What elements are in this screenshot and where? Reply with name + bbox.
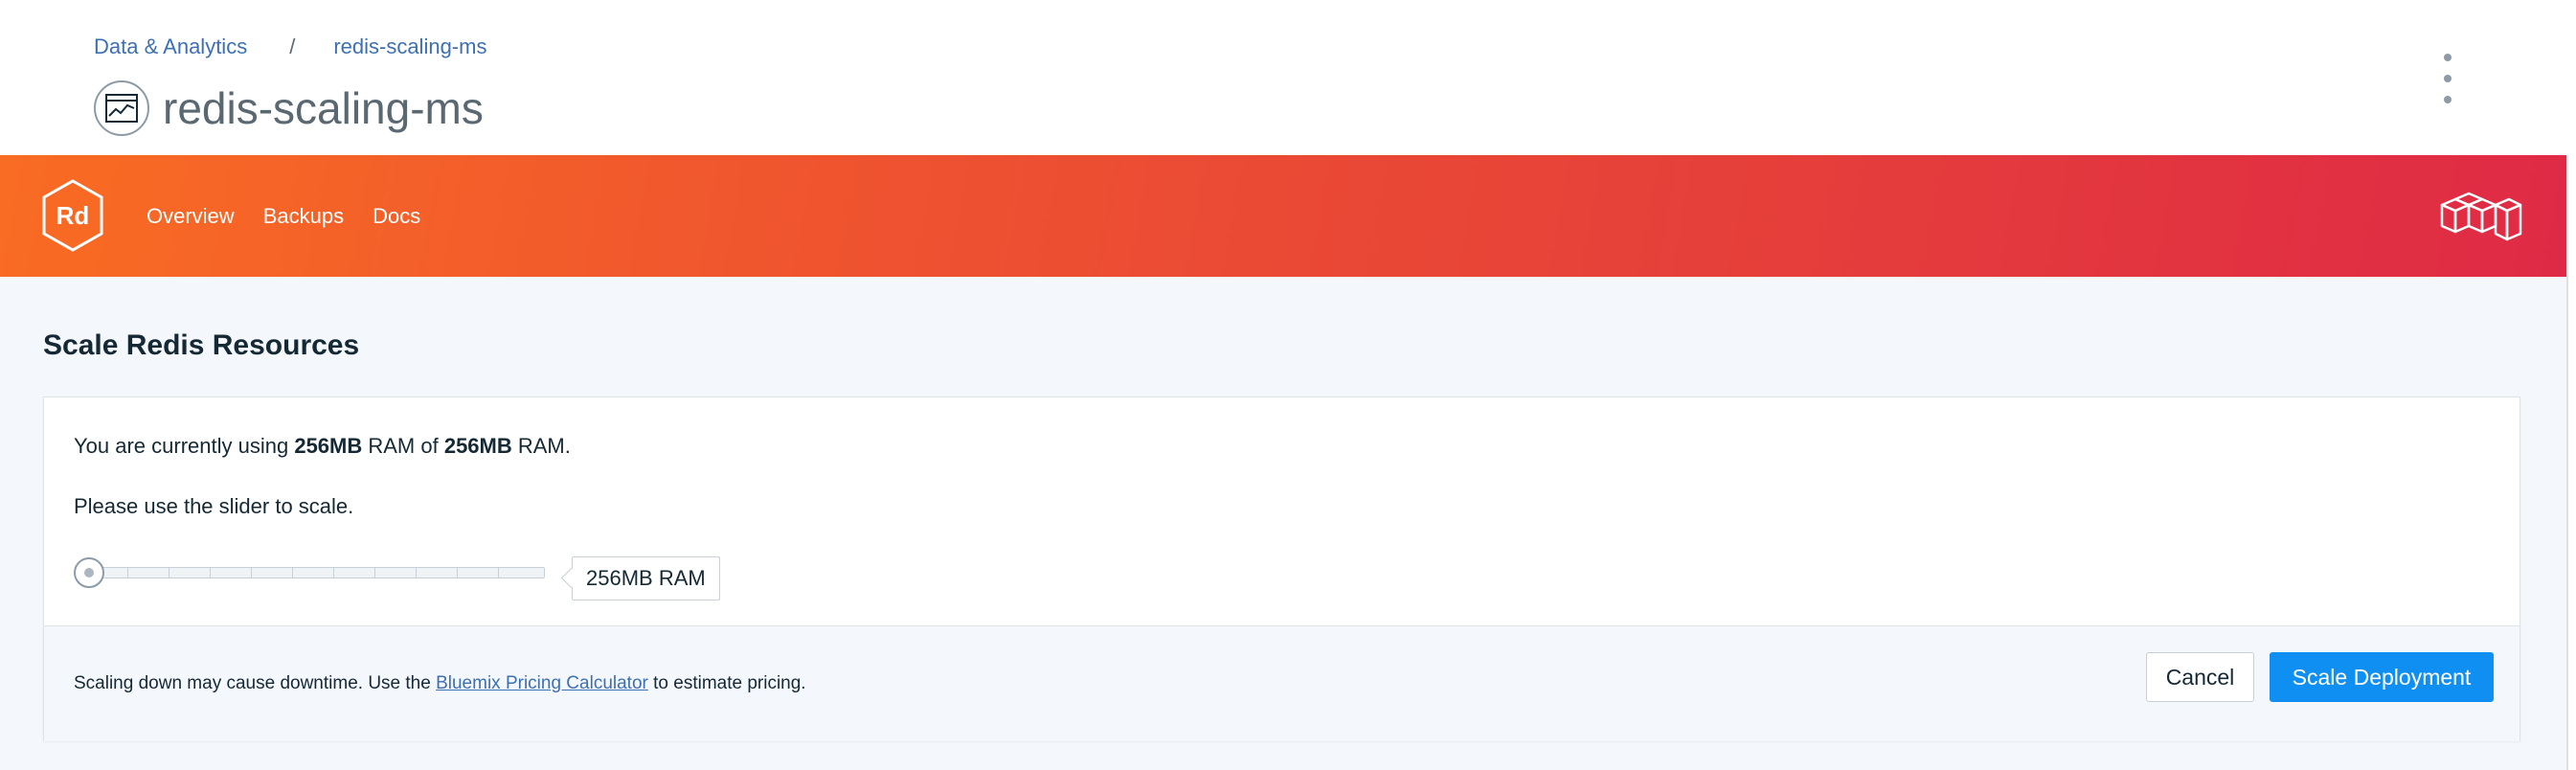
slider-tick xyxy=(498,568,499,578)
right-edge-divider xyxy=(2566,155,2576,770)
cubes-icon xyxy=(2440,192,2522,245)
redis-logo-text: Rd xyxy=(56,200,90,230)
redis-logo-icon: Rd xyxy=(40,178,105,253)
slider-tick xyxy=(292,568,293,578)
banner-nav: Overview Backups Docs xyxy=(147,155,449,277)
scale-card: You are currently using 256MB RAM of 256… xyxy=(43,396,2520,741)
usage-suffix: RAM. xyxy=(511,434,571,458)
slider-tick xyxy=(374,568,375,578)
slider-track[interactable] xyxy=(87,567,545,578)
pricing-note-suffix: to estimate pricing. xyxy=(647,673,806,693)
slider-instructions: Please use the slider to scale. xyxy=(74,494,354,518)
overflow-menu-vertical-icon[interactable] xyxy=(2436,54,2459,103)
usage-total: 256MB xyxy=(443,434,512,458)
slider-tick xyxy=(416,568,417,578)
pricing-calculator-link[interactable]: Bluemix Pricing Calculator xyxy=(436,673,648,693)
breadcrumb: Data & Analytics / redis-scaling-ms xyxy=(94,33,486,61)
cancel-button[interactable]: Cancel xyxy=(2146,652,2254,702)
usage-text: You are currently using 256MB RAM of 256… xyxy=(74,432,571,461)
slider-tick xyxy=(333,568,334,578)
title-row: redis-scaling-ms xyxy=(94,80,484,136)
main-content: Scale Redis Resources You are currently … xyxy=(0,277,2566,770)
nav-overview[interactable]: Overview xyxy=(147,204,235,229)
slider-value-label: 256MB RAM xyxy=(572,556,720,600)
nav-backups[interactable]: Backups xyxy=(263,204,344,229)
page-header: Data & Analytics / redis-scaling-ms redi… xyxy=(0,0,2576,155)
slider-handle[interactable] xyxy=(74,557,104,588)
usage-mid: RAM of xyxy=(362,434,444,458)
pricing-note-prefix: Scaling down may cause downtime. Use the xyxy=(74,673,437,693)
slider-tick xyxy=(251,568,252,578)
breadcrumb-parent-link[interactable]: Data & Analytics xyxy=(94,33,247,61)
breadcrumb-separator: / xyxy=(289,34,296,58)
usage-current: 256MB xyxy=(294,434,363,458)
slider-tick xyxy=(210,568,211,578)
slider-tick xyxy=(457,568,458,578)
section-title: Scale Redis Resources xyxy=(43,329,360,361)
scale-card-footer: Scaling down may cause downtime. Use the… xyxy=(44,625,2520,741)
nav-docs[interactable]: Docs xyxy=(373,204,420,229)
scale-card-body: You are currently using 256MB RAM of 256… xyxy=(44,397,2520,625)
page-title: redis-scaling-ms xyxy=(163,83,484,133)
pricing-note: Scaling down may cause downtime. Use the… xyxy=(74,669,806,698)
scale-deployment-button[interactable]: Scale Deployment xyxy=(2270,652,2494,702)
ram-slider[interactable] xyxy=(74,557,547,588)
slider-tick xyxy=(127,568,128,578)
chart-window-icon xyxy=(94,80,149,136)
breadcrumb-current-link[interactable]: redis-scaling-ms xyxy=(333,33,486,61)
usage-prefix: You are currently using xyxy=(74,434,295,458)
service-banner: Rd Overview Backups Docs xyxy=(0,155,2566,277)
